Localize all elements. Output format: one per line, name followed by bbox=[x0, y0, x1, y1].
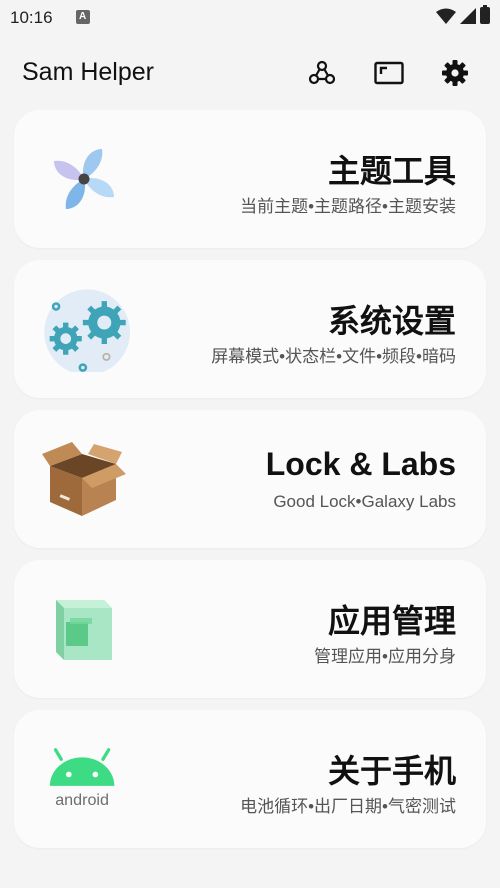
signal-icon bbox=[460, 7, 476, 24]
card-about-phone[interactable]: android 关于手机 电池循环•出厂日期•气密测试 bbox=[14, 710, 486, 848]
status-icons bbox=[436, 5, 490, 24]
card-theme-tools[interactable]: 主题工具 当前主题•主题路径•主题安装 bbox=[14, 110, 486, 248]
app-bar: Sam Helper bbox=[0, 44, 500, 104]
card-system-settings[interactable]: 系统设置 屏幕模式•状态栏•文件•频段•暗码 bbox=[14, 260, 486, 398]
share-network-button[interactable] bbox=[305, 56, 339, 90]
card-title: 关于手机 bbox=[327, 753, 456, 789]
wifi-icon bbox=[436, 8, 456, 24]
gears-icon bbox=[44, 289, 130, 372]
pinwheel-icon bbox=[54, 149, 114, 209]
app-title: Sam Helper bbox=[22, 58, 154, 86]
box-icon bbox=[42, 442, 126, 516]
card-lock-labs[interactable]: Lock & Labs Good Lock•Galaxy Labs bbox=[14, 410, 486, 548]
settings-button[interactable] bbox=[438, 56, 472, 90]
card-title: 主题工具 bbox=[327, 153, 456, 189]
card-title: 系统设置 bbox=[327, 303, 456, 339]
screen-frame-button[interactable] bbox=[372, 56, 406, 90]
card-title: Lock & Labs bbox=[265, 446, 456, 482]
screen-frame-icon bbox=[374, 61, 404, 85]
android-icon: android bbox=[49, 748, 115, 809]
battery-icon bbox=[480, 5, 490, 24]
gear-icon bbox=[442, 60, 468, 86]
card-subtitle: 管理应用•应用分身 bbox=[314, 647, 456, 666]
card-subtitle: 当前主题•主题路径•主题安装 bbox=[240, 197, 456, 216]
card-subtitle: 屏幕模式•状态栏•文件•频段•暗码 bbox=[211, 347, 456, 366]
share-network-icon bbox=[308, 60, 336, 85]
android-wordmark: android bbox=[55, 791, 109, 809]
status-bar: 10:16 bbox=[0, 0, 500, 34]
card-app-management[interactable]: 应用管理 管理应用•应用分身 bbox=[14, 560, 486, 698]
status-time: 10:16 bbox=[10, 8, 53, 27]
card-subtitle: 电池循环•出厂日期•气密测试 bbox=[240, 797, 456, 816]
card-subtitle: Good Lock•Galaxy Labs bbox=[273, 492, 456, 511]
card-title: 应用管理 bbox=[327, 603, 456, 639]
notification-a-icon bbox=[76, 10, 90, 24]
cube-icon bbox=[56, 600, 112, 660]
feature-card-list: 主题工具 当前主题•主题路径•主题安装 系统设置 屏幕模式•状态栏•文件•频段•… bbox=[14, 110, 486, 860]
